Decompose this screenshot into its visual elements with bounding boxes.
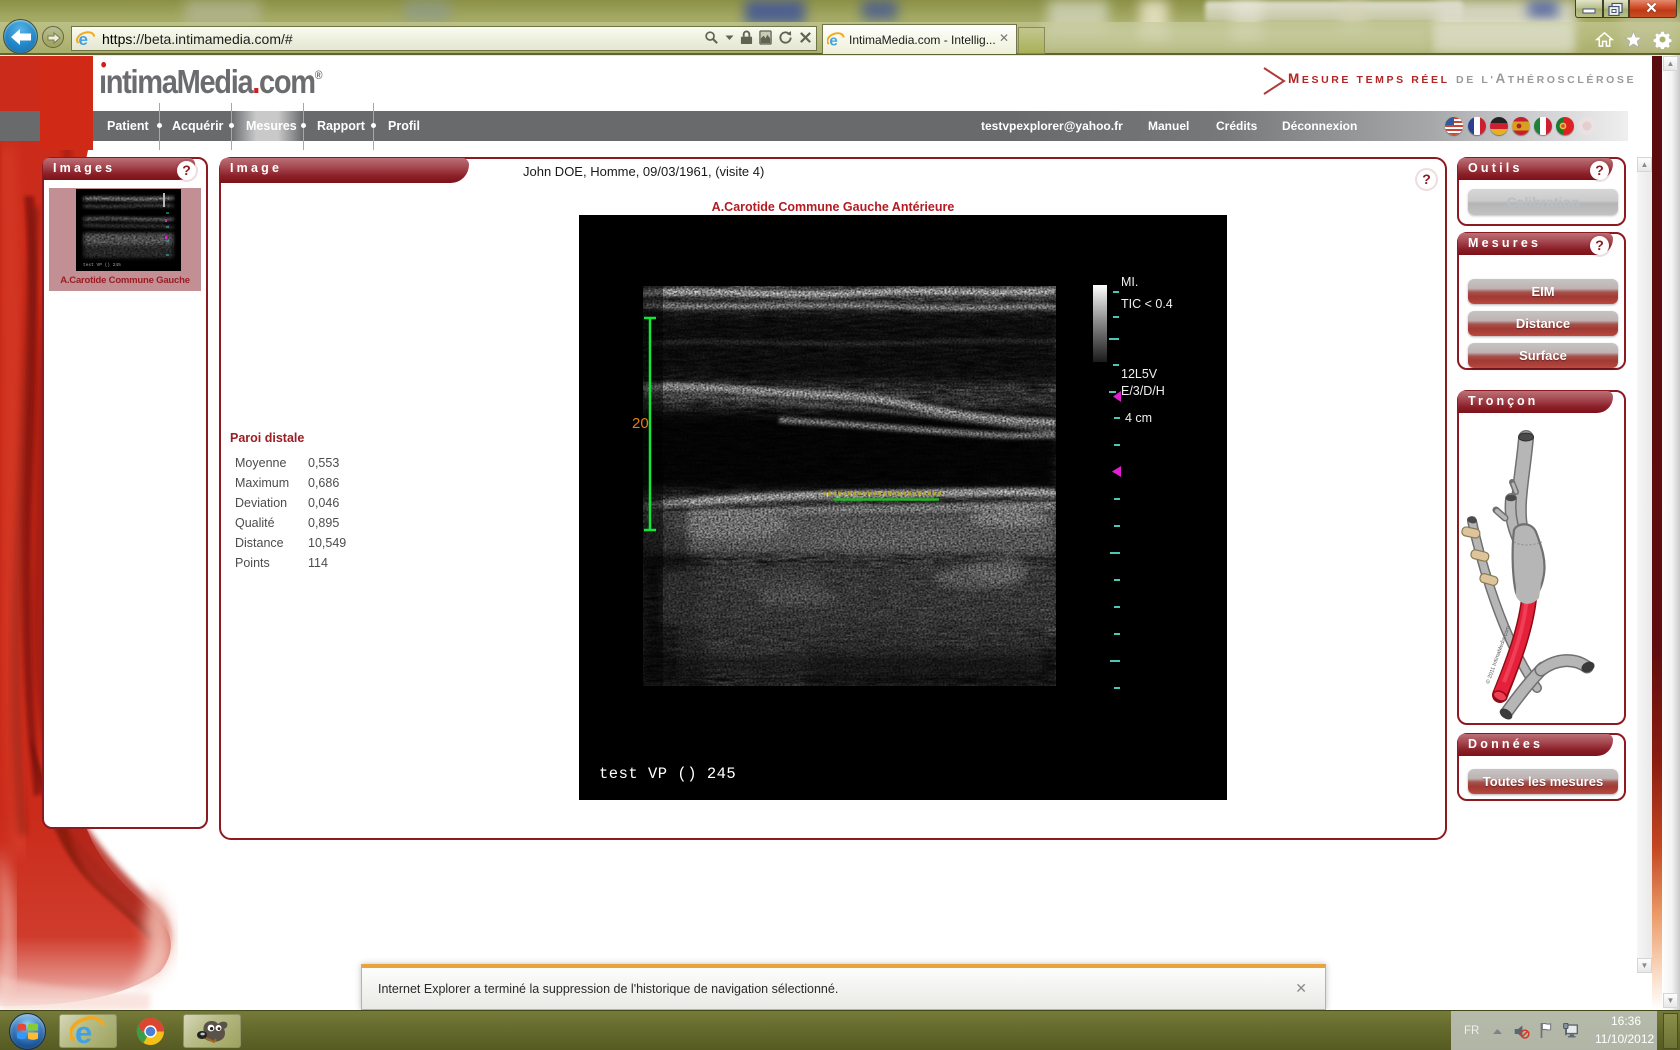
svg-text:12L5V: 12L5V [1121, 367, 1158, 381]
svg-text:4 cm: 4 cm [1125, 411, 1152, 425]
svg-text:test VP () 245: test VP () 245 [599, 765, 736, 783]
svg-text:20: 20 [632, 415, 649, 432]
svg-text:test VP () 245: test VP () 245 [83, 262, 121, 268]
svg-text:MI.: MI. [1121, 275, 1138, 289]
svg-text:TIC < 0.4: TIC < 0.4 [1121, 297, 1173, 311]
svg-text:E/3/D/H: E/3/D/H [1121, 384, 1165, 398]
